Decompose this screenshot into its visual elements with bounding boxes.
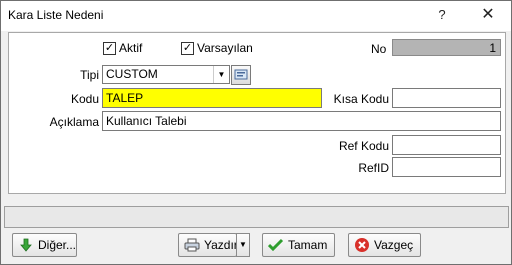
vazgec-button[interactable]: Vazgeç (348, 233, 421, 257)
tipi-value: CUSTOM (106, 67, 158, 81)
window-title: Kara Liste Nedeni (8, 8, 104, 22)
printer-icon (184, 237, 200, 253)
aktif-label: Aktif (119, 41, 143, 55)
no-field: 1 (392, 39, 501, 56)
no-label: No (371, 42, 387, 56)
close-icon[interactable]: ✕ (471, 4, 505, 26)
tipi-select[interactable]: CUSTOM (102, 65, 230, 84)
cancel-x-icon (354, 237, 370, 253)
checkmark-icon: ✓ (181, 41, 194, 55)
kodu-input[interactable]: TALEP (102, 88, 322, 108)
aktif-checkbox[interactable]: ✓ Aktif (103, 41, 142, 55)
yazdir-label: Yazdır (204, 238, 238, 252)
refid-label: RefID (358, 161, 389, 175)
arrow-down-icon (18, 237, 34, 253)
varsayilan-checkbox[interactable]: ✓ Varsayılan (181, 41, 253, 55)
vazgec-label: Vazgeç (374, 238, 414, 252)
tipi-label: Tipi (80, 68, 99, 82)
diger-label: Diğer... (37, 238, 76, 252)
refid-input[interactable] (392, 157, 501, 177)
kisa-kodu-label: Kısa Kodu (333, 92, 389, 106)
help-icon[interactable]: ? (425, 4, 459, 26)
ok-checkmark-icon (268, 237, 284, 253)
ref-kodu-label: Ref Kodu (338, 139, 389, 153)
checkmark-icon: ✓ (103, 41, 116, 55)
kodu-label: Kodu (70, 92, 99, 106)
tamam-label: Tamam (288, 238, 328, 252)
dialog-window: Kara Liste Nedeni ? ✕ ✓ Aktif ✓ Varsayıl… (0, 0, 512, 265)
title-bar: Kara Liste Nedeni ? ✕ (1, 1, 511, 31)
dropdown-arrow-icon[interactable]: ▼ (213, 66, 229, 83)
status-bar (4, 206, 509, 228)
aciklama-label: Açıklama (49, 115, 99, 129)
tamam-button[interactable]: Tamam (262, 233, 335, 257)
aciklama-input[interactable]: Kullanıcı Talebi (102, 111, 501, 131)
dropdown-arrow-icon[interactable]: ▼ (236, 233, 250, 257)
form-panel: ✓ Aktif ✓ Varsayılan No 1 Tipi CUSTOM ▼ … (8, 32, 506, 194)
ref-kodu-input[interactable] (392, 135, 501, 155)
diger-button[interactable]: Diğer... (12, 233, 77, 257)
yazdir-button[interactable]: Yazdır (178, 233, 238, 257)
lookup-icon[interactable] (231, 65, 251, 85)
varsayilan-label: Varsayılan (197, 41, 253, 55)
kisa-kodu-input[interactable] (392, 88, 501, 108)
